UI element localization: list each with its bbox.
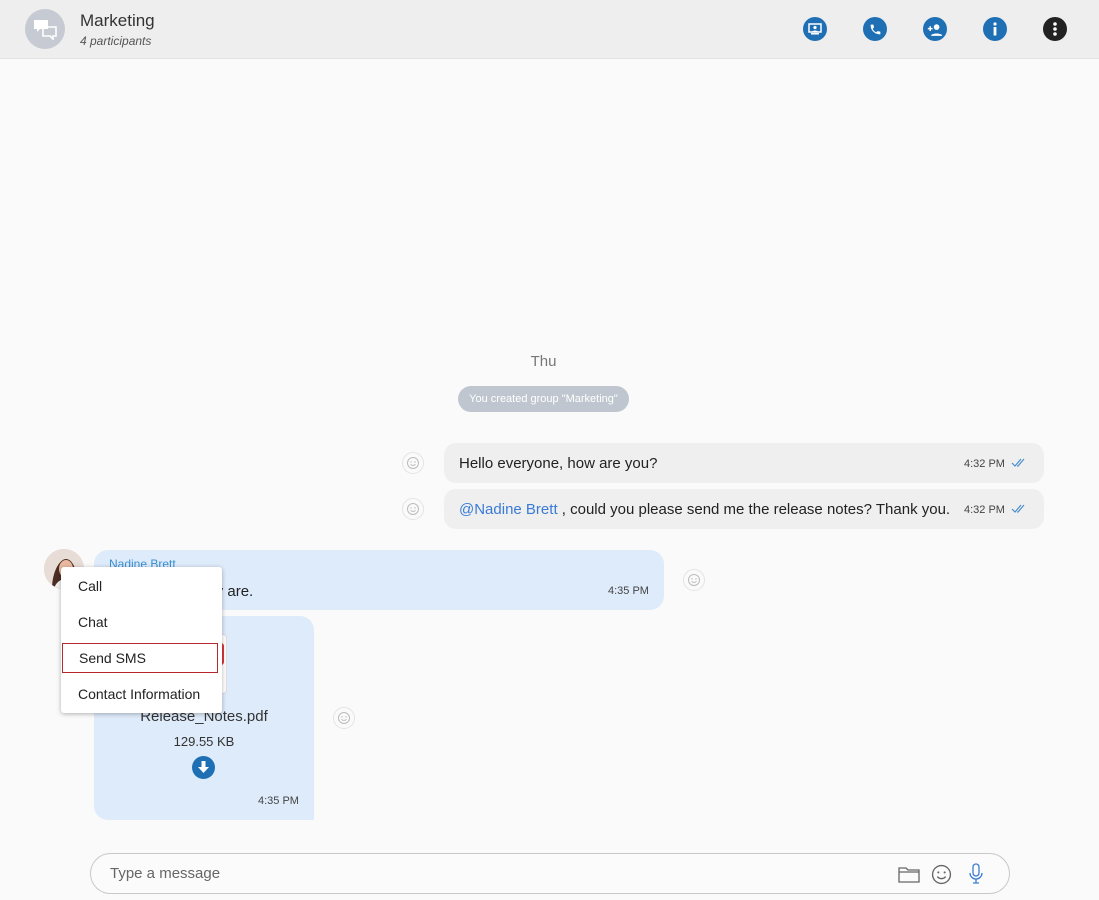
smiley-icon (688, 574, 700, 586)
add-participant-icon (927, 23, 943, 36)
smiley-icon (931, 864, 951, 884)
read-receipt-icon (1011, 458, 1025, 467)
more-options-icon (1053, 22, 1057, 36)
react-button[interactable] (402, 452, 424, 474)
message-text: Hello everyone, how are you? (459, 455, 658, 472)
info-button[interactable] (983, 17, 1007, 41)
system-message: You created group "Marketing" (458, 386, 629, 412)
call-button[interactable] (863, 17, 887, 41)
info-icon (993, 22, 997, 36)
smiley-icon (407, 457, 419, 469)
menu-item-chat[interactable]: Chat (61, 607, 222, 637)
message-composer (90, 853, 1010, 894)
contact-context-menu: Call Chat Send SMS Contact Information (61, 567, 222, 713)
group-avatar[interactable] (25, 9, 65, 49)
message-time: 4:32 PM (964, 504, 1005, 516)
chat-header: Marketing 4 participants (0, 0, 1099, 59)
react-button[interactable] (333, 707, 355, 729)
outgoing-message[interactable]: Hello everyone, how are you? 4:32 PM (444, 443, 1044, 483)
message-time: 4:35 PM (258, 795, 299, 807)
message-body: , could you please send me the release n… (557, 501, 951, 518)
menu-item-send-sms[interactable]: Send SMS (62, 643, 218, 673)
outgoing-message[interactable]: @Nadine Brett , could you please send me… (444, 489, 1044, 529)
smiley-icon (407, 503, 419, 515)
file-size: 129.55 KB (173, 734, 235, 749)
message-time: 4:32 PM (964, 458, 1005, 470)
mention-link[interactable]: @Nadine Brett (459, 501, 558, 518)
chat-bubbles-icon (34, 20, 57, 40)
add-participant-button[interactable] (923, 17, 947, 41)
day-separator: Thu (530, 353, 557, 370)
folder-icon (898, 867, 920, 883)
microphone-icon (969, 863, 983, 884)
download-button[interactable] (192, 756, 215, 779)
attach-file-button[interactable] (897, 862, 921, 886)
react-button[interactable] (683, 569, 705, 591)
message-text: @Nadine Brett , could you please send me… (459, 501, 950, 518)
share-screen-icon (808, 23, 822, 35)
more-options-button[interactable] (1043, 17, 1067, 41)
phone-icon (870, 24, 880, 34)
participants-count: 4 participants (80, 34, 152, 48)
share-screen-button[interactable] (803, 17, 827, 41)
menu-item-contact-information[interactable]: Contact Information (61, 679, 222, 709)
smiley-icon (338, 712, 350, 724)
menu-item-call[interactable]: Call (61, 571, 222, 601)
message-input[interactable] (110, 854, 890, 893)
chat-title: Marketing (80, 11, 155, 30)
message-time: 4:35 PM (608, 585, 649, 597)
read-receipt-icon (1011, 504, 1025, 513)
react-button[interactable] (402, 498, 424, 520)
download-icon (198, 761, 209, 773)
emoji-button[interactable] (929, 862, 953, 886)
voice-message-button[interactable] (964, 862, 988, 886)
